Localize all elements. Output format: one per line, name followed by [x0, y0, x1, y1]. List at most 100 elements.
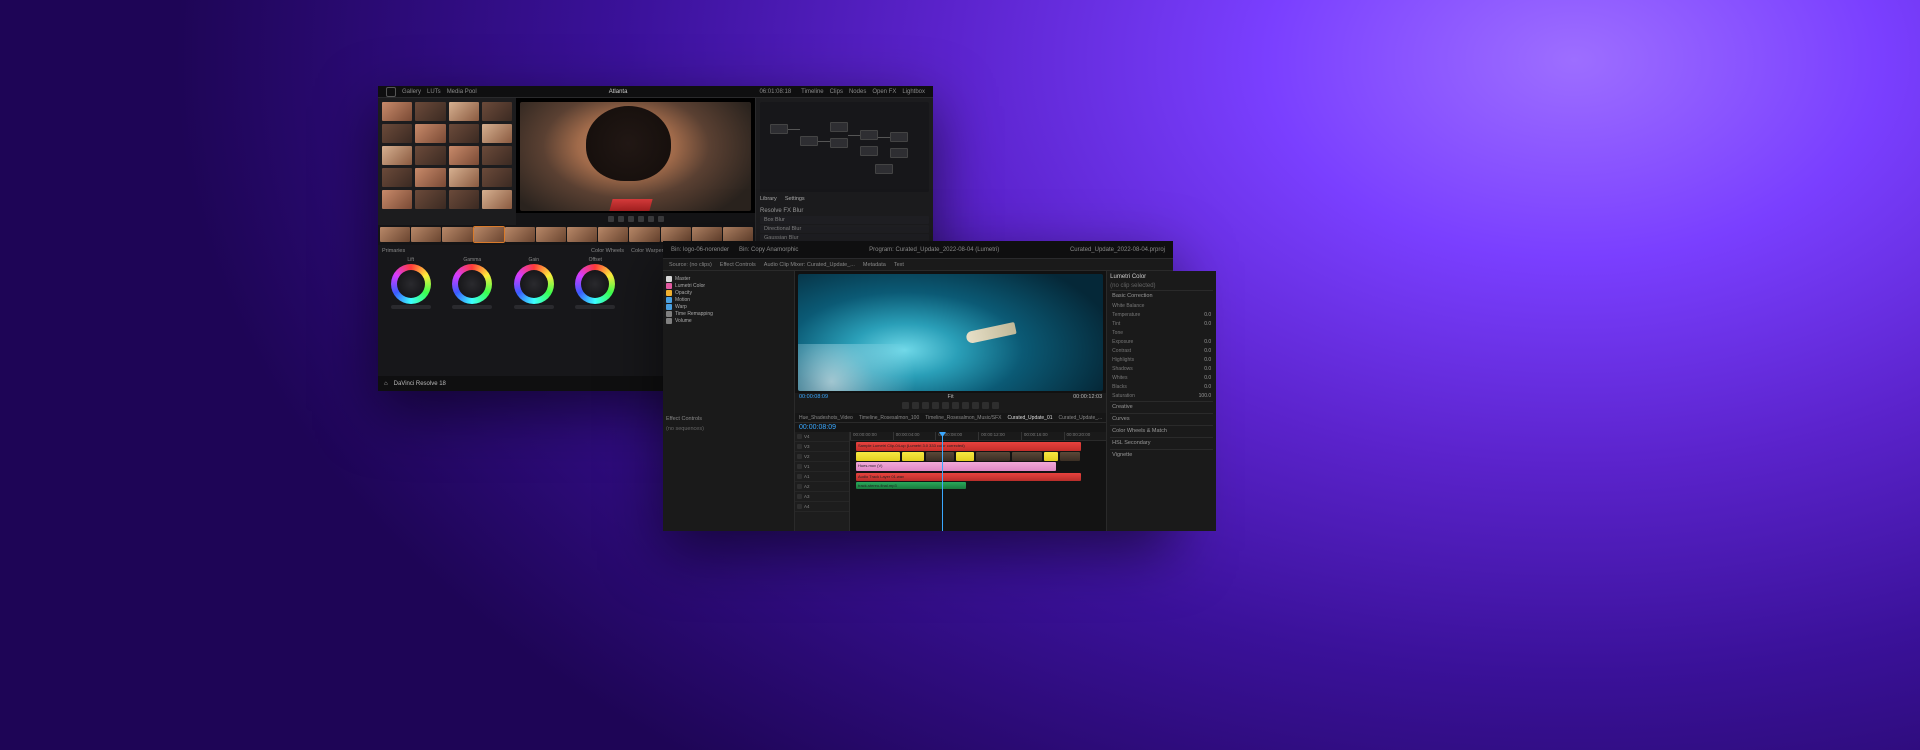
insert-icon[interactable] [972, 402, 979, 409]
openfx-tab[interactable]: Open FX [872, 89, 896, 95]
track-toggle-icon[interactable] [797, 494, 802, 499]
still-thumb[interactable] [482, 146, 512, 165]
loop-icon[interactable] [658, 216, 664, 222]
stop-icon[interactable] [628, 216, 634, 222]
layer-row[interactable]: Time Remapping [666, 311, 791, 317]
fit-dropdown[interactable]: Fit [948, 394, 954, 400]
clip-thumb[interactable] [723, 227, 753, 242]
lumetri-param[interactable]: Blacks0.0 [1110, 383, 1213, 391]
still-thumb[interactable] [415, 102, 445, 121]
offset-wheel[interactable]: Offset [570, 257, 620, 309]
still-thumb[interactable] [449, 168, 479, 187]
colorwheels-label[interactable]: Color Wheels [591, 248, 624, 254]
track-toggle-icon[interactable] [797, 434, 802, 439]
lumetri-section[interactable]: Vignette [1110, 449, 1213, 460]
node[interactable] [860, 146, 878, 156]
gamma-wheel[interactable]: Gamma [447, 257, 497, 309]
lumetri-param[interactable]: Exposure0.0 [1110, 338, 1213, 346]
node[interactable] [860, 130, 878, 140]
lumetri-param[interactable]: Tone [1110, 329, 1213, 337]
gallery-icon[interactable] [386, 87, 396, 97]
fx-library-tab[interactable]: Library [760, 196, 777, 202]
lumetri-param[interactable]: Highlights0.0 [1110, 356, 1213, 364]
seq-tab[interactable]: Timeline_Rosesalmon_Music/SFX [925, 415, 1001, 421]
program-tc-in[interactable]: 00:00:08:09 [799, 394, 828, 400]
clip-thumb[interactable] [692, 227, 722, 242]
colorwarper-label[interactable]: Color Warper [631, 248, 664, 373]
clip-thumb[interactable] [474, 227, 504, 242]
play-reverse-icon[interactable] [618, 216, 624, 222]
lumetri-param[interactable]: Shadows0.0 [1110, 365, 1213, 373]
lumetri-param[interactable]: Temperature0.0 [1110, 311, 1213, 319]
node[interactable] [770, 124, 788, 134]
still-thumb[interactable] [382, 124, 412, 143]
ws-tab[interactable]: Audio Clip Mixer: Curated_Update_... [764, 262, 855, 268]
program-panel-tab[interactable]: Program: Curated_Update_2022-08-04 (Lume… [869, 247, 999, 253]
prev-clip-icon[interactable] [608, 216, 614, 222]
track-header[interactable]: A1 [795, 472, 849, 482]
seq-tab[interactable]: Curated_Update_... [1059, 415, 1103, 421]
timeline-clip[interactable] [856, 452, 900, 461]
ws-tab[interactable]: Source: (no clips) [669, 262, 712, 268]
layer-row[interactable]: Warp [666, 304, 791, 310]
track-toggle-icon[interactable] [797, 504, 802, 509]
clips-tab[interactable]: Clips [830, 89, 843, 95]
step-back-icon[interactable] [932, 402, 939, 409]
gain-wheel[interactable]: Gain [509, 257, 559, 309]
track-header[interactable]: V3 [795, 442, 849, 452]
node[interactable] [830, 122, 848, 132]
lumetri-param[interactable]: Whites0.0 [1110, 374, 1213, 382]
seq-tab[interactable]: Hue_Shadeshots_Video [799, 415, 853, 421]
timeline-clip[interactable]: Sample Lumetri Clip-04-up (Lumetri 3.0 3… [856, 442, 1081, 451]
still-thumb[interactable] [482, 190, 512, 209]
home-icon[interactable]: ⌂ [384, 381, 388, 387]
timeline-clip[interactable] [926, 452, 954, 461]
go-out-icon[interactable] [962, 402, 969, 409]
layer-row[interactable]: Opacity [666, 290, 791, 296]
still-thumb[interactable] [449, 124, 479, 143]
track-toggle-icon[interactable] [797, 464, 802, 469]
timeline-tab[interactable]: Timeline [801, 89, 823, 95]
clip-thumb[interactable] [598, 227, 628, 242]
timeline-clip[interactable] [976, 452, 1010, 461]
lumetri-param[interactable]: White Balance [1110, 302, 1213, 310]
layer-row[interactable]: Master [666, 276, 791, 282]
seq-tab[interactable]: Timeline_Rosesalmon_100 [859, 415, 919, 421]
node[interactable] [875, 164, 893, 174]
ws-tab[interactable]: Text [894, 262, 904, 268]
lightbox-tab[interactable]: Lightbox [902, 89, 925, 95]
clip-thumb[interactable] [505, 227, 535, 242]
export-frame-icon[interactable] [992, 402, 999, 409]
go-in-icon[interactable] [922, 402, 929, 409]
layer-row[interactable]: Motion [666, 297, 791, 303]
node-graph[interactable] [760, 102, 929, 192]
clip-thumb[interactable] [380, 227, 410, 242]
clip-thumb[interactable] [567, 227, 597, 242]
timeline-tracks[interactable]: 00:00:00:0000:00:04:0000:00:08:0000:00:1… [850, 432, 1106, 531]
node[interactable] [830, 138, 848, 148]
overwrite-icon[interactable] [982, 402, 989, 409]
timeline-clip[interactable] [1012, 452, 1042, 461]
timeline-clip[interactable] [956, 452, 974, 461]
track-header[interactable]: V1 [795, 462, 849, 472]
clip-thumb[interactable] [411, 227, 441, 242]
step-fwd-icon[interactable] [952, 402, 959, 409]
time-ruler[interactable]: 00:00:00:0000:00:04:0000:00:08:0000:00:1… [850, 432, 1106, 441]
track-header[interactable]: A2 [795, 482, 849, 492]
timeline-clip[interactable] [1044, 452, 1058, 461]
lumetri-param[interactable]: Contrast0.0 [1110, 347, 1213, 355]
lumetri-section[interactable]: Basic Correction [1110, 290, 1213, 301]
still-thumb[interactable] [382, 146, 412, 165]
ws-tab[interactable]: Effect Controls [720, 262, 756, 268]
still-thumb[interactable] [382, 190, 412, 209]
program-monitor[interactable]: 00:00:08:09 Fit 00:00:12:03 [795, 271, 1106, 413]
still-thumb[interactable] [415, 168, 445, 187]
still-thumb[interactable] [449, 190, 479, 209]
track-header[interactable]: V4 [795, 432, 849, 442]
color-viewer[interactable] [516, 98, 755, 225]
clip-thumb[interactable] [661, 227, 691, 242]
fx-item[interactable]: Box Blur [760, 216, 929, 224]
ws-tab[interactable]: Metadata [863, 262, 886, 268]
primaries-label[interactable]: Primaries [382, 248, 405, 254]
luts-tab[interactable]: LUTs [427, 89, 441, 95]
